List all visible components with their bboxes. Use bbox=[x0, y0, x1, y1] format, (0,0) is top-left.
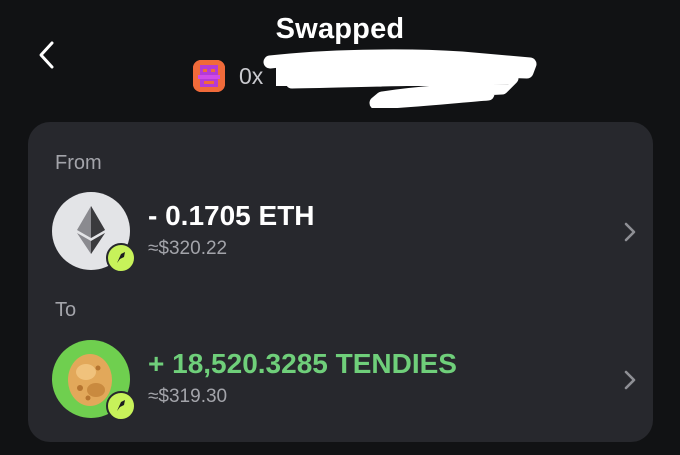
redaction-scribble bbox=[263, 49, 537, 108]
network-badge-icon bbox=[106, 391, 136, 421]
from-asset-row[interactable]: - 0.1705 ETH ≈$320.22 bbox=[52, 192, 642, 274]
to-asset-row[interactable]: + 18,520.3285 TENDIES ≈$319.30 bbox=[52, 340, 642, 422]
to-amount: + 18,520.3285 TENDIES bbox=[148, 348, 457, 379]
chevron-right-icon bbox=[624, 222, 636, 242]
network-badge-icon bbox=[106, 243, 136, 273]
from-amount: - 0.1705 ETH bbox=[148, 200, 315, 231]
wallet-address-row[interactable]: 0x bbox=[193, 60, 263, 92]
swap-details-card: From - 0.1705 ETH ≈$320.22 To + 18,520.3… bbox=[28, 122, 653, 442]
from-label: From bbox=[55, 152, 102, 174]
wallet-avatar bbox=[193, 60, 225, 92]
page-title: Swapped bbox=[275, 13, 405, 45]
to-label: To bbox=[55, 299, 77, 321]
from-fiat-value: ≈$320.22 bbox=[148, 238, 228, 259]
to-fiat-value: ≈$319.30 bbox=[148, 386, 228, 407]
chevron-right-icon bbox=[624, 370, 636, 390]
wallet-address: 0x bbox=[239, 62, 264, 89]
